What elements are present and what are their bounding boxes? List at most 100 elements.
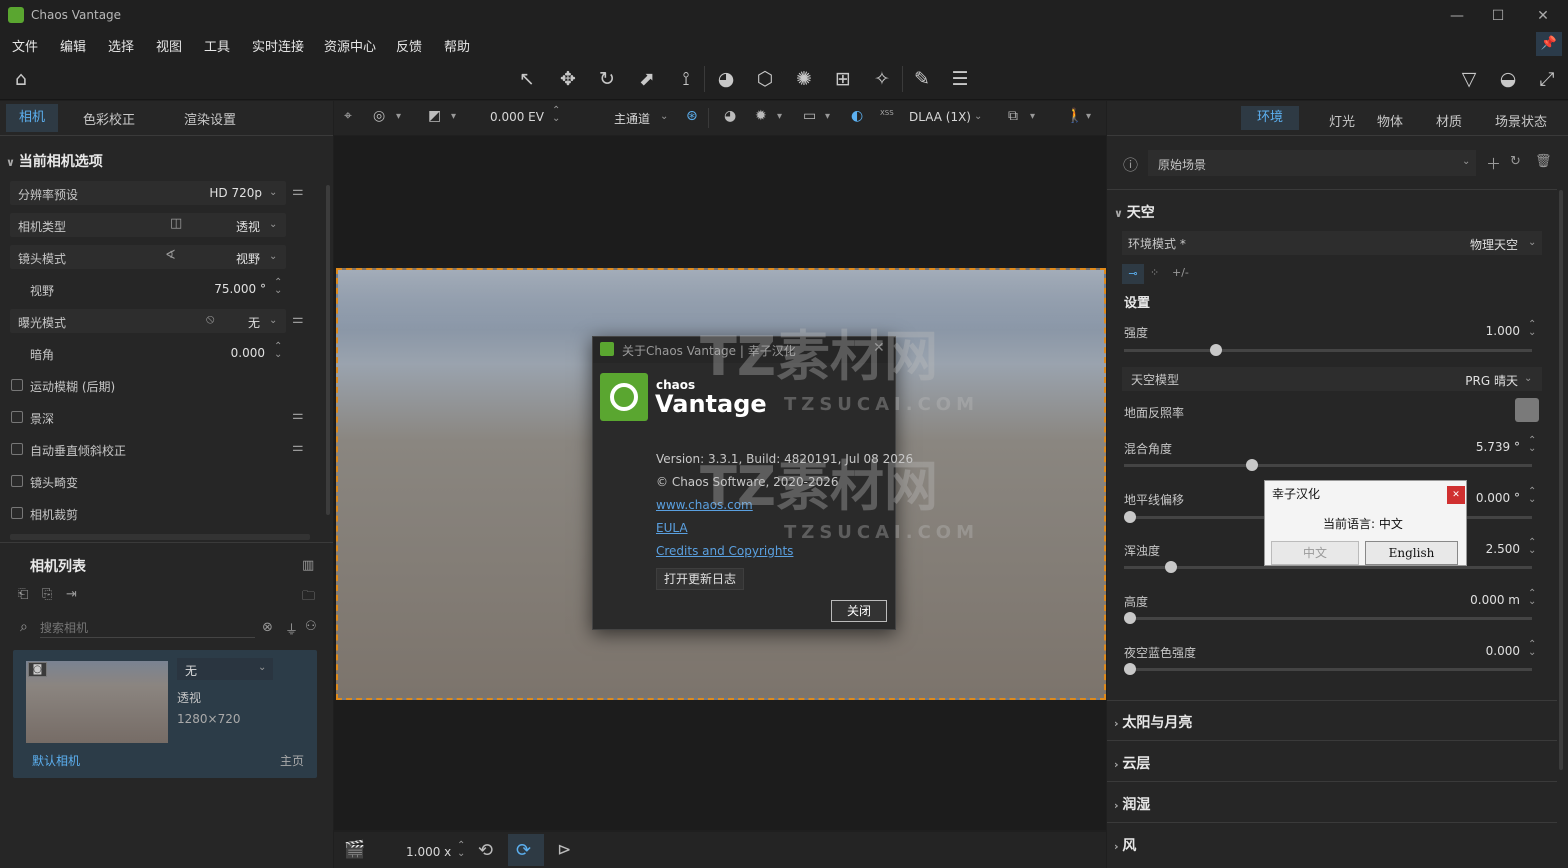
turbidity-slider-knob[interactable] — [1164, 561, 1177, 573]
camera-type-value[interactable]: 透视 — [210, 218, 260, 235]
tab-scene-states[interactable]: 场景状态 — [1495, 111, 1547, 130]
lens-mode-value[interactable]: 视野 — [210, 250, 260, 267]
sliders-icon[interactable]: ⚌ — [292, 440, 304, 455]
chevron-down-icon[interactable]: ▾ — [396, 111, 401, 122]
chevron-down-icon[interactable]: ⌄ — [269, 251, 277, 262]
chevron-down-icon[interactable]: ▾ — [825, 111, 830, 122]
dof-checkbox[interactable] — [11, 411, 23, 423]
palette-icon[interactable]: ◕ — [711, 64, 741, 94]
pin-icon[interactable]: 📌 — [1536, 32, 1562, 56]
ev-value[interactable]: 0.000 EV — [490, 110, 544, 124]
blend-angle-value[interactable]: 5.739 ° — [1440, 440, 1520, 454]
tab-camera[interactable]: 相机 — [6, 104, 58, 132]
night-blue-slider-knob[interactable] — [1124, 663, 1136, 675]
focus-icon[interactable]: ◎ — [373, 108, 385, 124]
wind-header[interactable]: › 风 — [1114, 835, 1136, 855]
tab-color-correction[interactable]: 色彩校正 — [83, 109, 135, 128]
clouds-header[interactable]: › 云层 — [1114, 753, 1150, 773]
frame-icon[interactable]: ▭ — [803, 108, 816, 124]
xss-icon[interactable]: XSS — [880, 110, 894, 117]
stepper-icon[interactable]: ⌃ ⌄ — [1528, 538, 1536, 556]
altitude-slider[interactable] — [1124, 617, 1532, 620]
stepper-icon[interactable]: ⌃ ⌄ — [274, 278, 282, 296]
chevron-down-icon[interactable]: ⌄ — [1524, 373, 1532, 384]
rgb-icon[interactable]: ⊛ — [686, 108, 698, 124]
walk-icon[interactable]: 🚶 — [1066, 108, 1083, 124]
spread-icon[interactable]: ⁘ — [1150, 266, 1159, 279]
chevron-down-icon[interactable]: ⌄ — [258, 662, 266, 673]
chevron-down-icon[interactable]: ▾ — [1030, 111, 1035, 122]
tab-materials[interactable]: 材质 — [1436, 111, 1462, 130]
import-camera-icon[interactable]: ⇥ — [66, 587, 77, 602]
move-icon[interactable]: ✥ — [553, 64, 583, 94]
menu-view[interactable]: 视图 — [156, 36, 182, 55]
stepper-icon[interactable]: ⌃ ⌄ — [274, 342, 282, 360]
cube-icon[interactable]: ⬡ — [750, 64, 780, 94]
home-icon[interactable]: ⌂ — [6, 64, 36, 94]
horizon-offset-slider-knob[interactable] — [1124, 511, 1136, 523]
trash-icon[interactable]: 🗑 — [1535, 154, 1552, 169]
search-input[interactable] — [40, 618, 255, 638]
menu-help[interactable]: 帮助 — [444, 36, 470, 55]
scale-icon[interactable]: ⬈ — [632, 64, 662, 94]
chevron-down-icon[interactable]: ⌄ — [269, 187, 277, 198]
material-icon[interactable]: ▽ — [1454, 64, 1484, 94]
add-folder-icon[interactable]: 🗀 — [302, 587, 315, 609]
stepper-icon[interactable]: ⌃ ⌄ — [552, 106, 560, 124]
wetness-header[interactable]: › 润湿 — [1114, 794, 1150, 814]
tab-lights[interactable]: 灯光 — [1329, 111, 1355, 130]
stepper-icon[interactable]: ⌃ ⌄ — [1528, 487, 1536, 505]
slider-mode-icon[interactable]: ⊸ — [1122, 264, 1144, 284]
gizmo-icon[interactable]: ⟟ — [671, 64, 701, 94]
close-icon[interactable]: ✕ — [1447, 486, 1465, 504]
add-icon[interactable]: ＋ — [1486, 153, 1501, 174]
stepper-icon[interactable]: ⌃ ⌄ — [1528, 320, 1536, 338]
lens-distortion-checkbox[interactable] — [11, 475, 23, 487]
chevron-down-icon[interactable]: ▾ — [1086, 111, 1091, 122]
turbidity-slider[interactable] — [1124, 566, 1532, 569]
chevron-down-icon[interactable]: ⌄ — [1528, 237, 1536, 248]
orbit-icon[interactable]: ⟳ — [516, 840, 531, 861]
filter-icon[interactable]: ⏚ — [285, 619, 298, 638]
chevron-down-icon[interactable]: ▾ — [777, 111, 782, 122]
menu-feedback[interactable]: 反馈 — [396, 36, 422, 55]
environment-icon[interactable]: ◕ — [724, 108, 736, 124]
scrollbar[interactable] — [1559, 190, 1563, 770]
intensity-slider[interactable] — [1124, 349, 1532, 352]
menu-edit[interactable]: 编辑 — [60, 36, 86, 55]
refresh-icon[interactable]: ↻ — [1510, 154, 1521, 169]
chevron-down-icon[interactable]: ⌄ — [269, 315, 277, 326]
play-icon[interactable]: ⊳ — [557, 840, 571, 860]
add-camera-icon[interactable]: ⎗ — [18, 587, 28, 602]
loop-icon[interactable]: ⟲ — [478, 840, 493, 861]
menu-select[interactable]: 选择 — [108, 36, 134, 55]
eula-link[interactable]: EULA — [656, 521, 688, 535]
exposure-icon[interactable]: ◩ — [428, 108, 441, 124]
sliders-icon[interactable]: ⚌ — [292, 312, 304, 327]
night-blue-slider[interactable] — [1124, 668, 1532, 671]
minimize-button[interactable]: — — [1442, 4, 1472, 28]
stepper-icon[interactable]: ⌃ ⌄ — [1528, 589, 1536, 607]
speed-value[interactable]: 1.000 x — [406, 845, 451, 859]
target-icon[interactable]: ⌖ — [344, 108, 352, 124]
clapper-icon[interactable]: 🎬 — [344, 840, 365, 860]
select-arrow-icon[interactable]: ↖ — [512, 64, 542, 94]
duplicate-camera-icon[interactable]: ⎘ — [42, 587, 52, 602]
intensity-slider-knob[interactable] — [1209, 344, 1222, 356]
channel-select[interactable]: 主通道 — [614, 110, 650, 127]
effects-icon[interactable]: ✧ — [867, 64, 897, 94]
contrast-icon[interactable]: ◐ — [851, 108, 863, 124]
fov-value[interactable]: 75.000 ° — [190, 282, 266, 296]
tab-objects[interactable]: 物体 — [1377, 111, 1403, 130]
tab-render-settings[interactable]: 渲染设置 — [184, 109, 236, 128]
vignette-value[interactable]: 0.000 — [210, 346, 265, 360]
sun-moon-header[interactable]: › 太阳与月亮 — [1114, 712, 1192, 732]
render-export-icon[interactable]: ⤢ — [1532, 64, 1562, 94]
sliders-icon[interactable]: ⚌ — [292, 408, 304, 423]
camera-options-header[interactable]: ∨ 当前相机选项 — [6, 151, 103, 171]
stepper-icon[interactable]: ⌃ ⌄ — [1528, 436, 1536, 454]
chevron-down-icon[interactable]: ⌄ — [660, 111, 668, 122]
paint-icon[interactable]: ✎ — [907, 64, 937, 94]
changelog-button[interactable]: 打开更新日志 — [656, 568, 744, 590]
menu-tools[interactable]: 工具 — [204, 36, 230, 55]
